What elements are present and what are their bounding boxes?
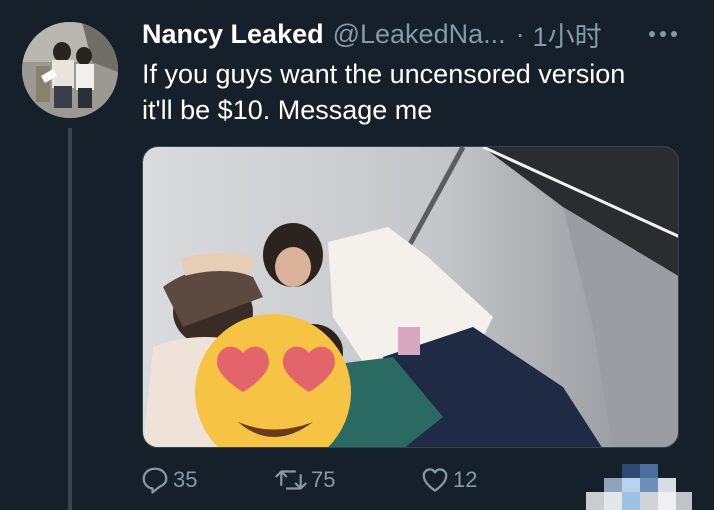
tweet-header: Nancy Leaked @LeakedNa... · 1小时 bbox=[142, 14, 702, 54]
thread-line bbox=[68, 128, 72, 510]
like-button[interactable]: 12 bbox=[420, 462, 477, 498]
reply-button[interactable]: 35 bbox=[140, 462, 197, 498]
tweet[interactable]: Nancy Leaked @LeakedNa... · 1小时 If you g… bbox=[0, 0, 714, 510]
tweet-text-line: If you guys want the uncensored version bbox=[142, 59, 626, 89]
tweet-text-line: it'll be $10. Message me bbox=[142, 95, 433, 125]
retweet-count: 75 bbox=[311, 467, 336, 492]
heart-icon bbox=[422, 468, 448, 492]
like-count: 12 bbox=[453, 467, 478, 492]
avatar[interactable] bbox=[22, 22, 118, 118]
reply-count: 35 bbox=[173, 467, 198, 492]
tweet-text: If you guys want the uncensored version … bbox=[142, 56, 692, 128]
retweet-button[interactable]: 75 bbox=[274, 462, 335, 498]
user-handle[interactable]: @LeakedNa... bbox=[333, 19, 506, 50]
retweet-icon bbox=[275, 470, 307, 490]
pixelated-watermark bbox=[582, 458, 692, 510]
tweet-media[interactable] bbox=[142, 146, 679, 448]
display-name[interactable]: Nancy Leaked bbox=[142, 19, 324, 50]
avatar-image bbox=[22, 22, 118, 118]
timestamp[interactable]: 1小时 bbox=[533, 15, 602, 54]
separator-dot: · bbox=[515, 18, 525, 49]
reply-icon bbox=[142, 467, 168, 494]
media-photo bbox=[143, 147, 678, 447]
more-options-icon[interactable] bbox=[646, 27, 680, 41]
